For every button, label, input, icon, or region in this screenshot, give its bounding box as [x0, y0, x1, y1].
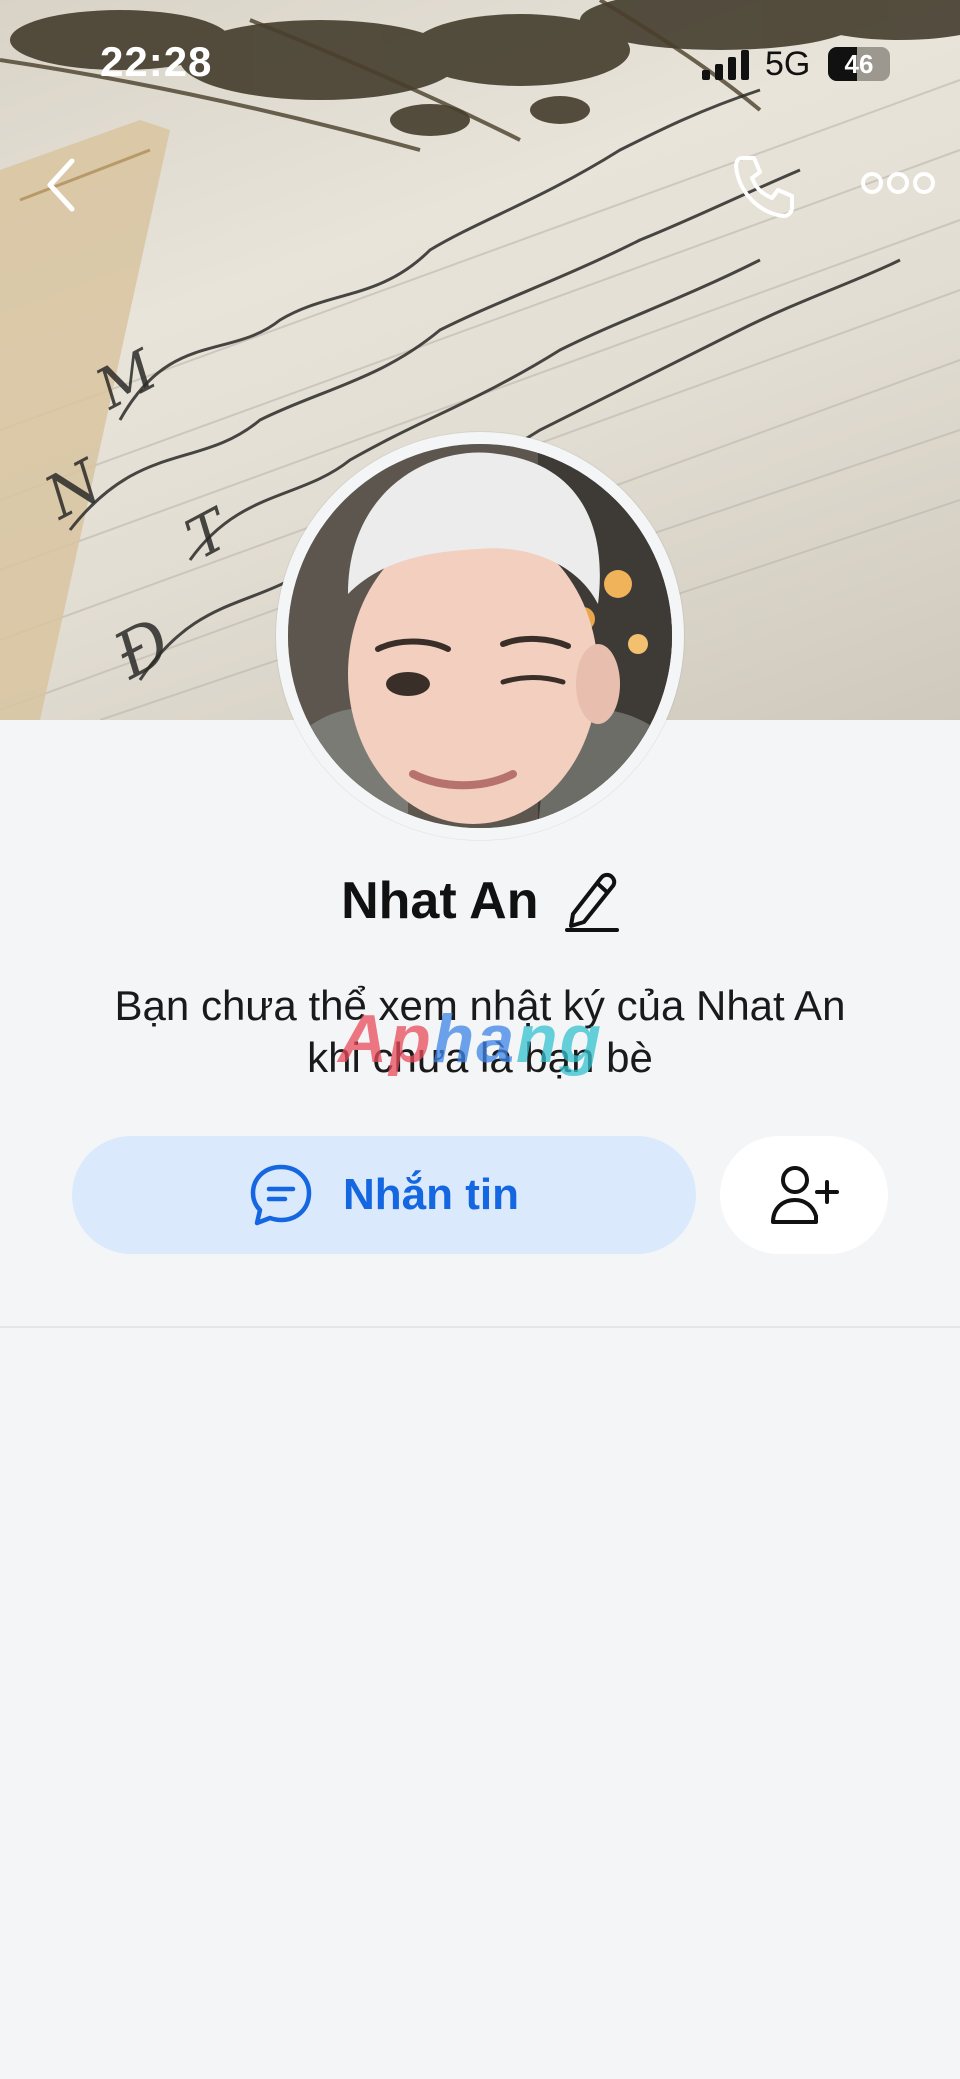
battery-percent: 46 — [844, 49, 874, 79]
svg-text:T: T — [176, 496, 243, 573]
add-friend-icon — [771, 1166, 839, 1224]
add-friend-button[interactable] — [720, 1136, 888, 1254]
svg-text:Đ: Đ — [102, 605, 183, 695]
profile-name-row: Nhat An — [0, 870, 960, 940]
status-bar: 22:28 5G 46 — [0, 0, 960, 130]
message-button-label: Nhắn tin — [343, 1170, 519, 1219]
signal-icon — [702, 50, 749, 80]
avatar-photo — [288, 444, 672, 828]
status-time: 22:28 — [100, 38, 213, 85]
privacy-notice: Bạn chưa thể xem nhật ký của Nhat An khi… — [60, 980, 900, 1084]
profile-name: Nhat An — [341, 872, 539, 930]
privacy-notice-line2: khi chưa là bạn bè — [307, 1034, 653, 1081]
section-divider — [0, 1326, 960, 1328]
avatar-frame[interactable] — [276, 432, 684, 840]
network-type: 5G — [765, 45, 811, 83]
chat-bubble-icon — [250, 1164, 312, 1226]
message-button[interactable]: Nhắn tin — [72, 1136, 696, 1254]
pencil-icon[interactable] — [564, 870, 619, 932]
privacy-notice-line1: Bạn chưa thể xem nhật ký của Nhat An — [114, 982, 846, 1029]
battery-icon: 46 — [828, 47, 890, 81]
phone-icon[interactable] — [728, 150, 800, 222]
more-dots-icon[interactable] — [860, 168, 936, 198]
avatar[interactable] — [288, 444, 672, 828]
chevron-left-icon[interactable] — [40, 155, 84, 215]
